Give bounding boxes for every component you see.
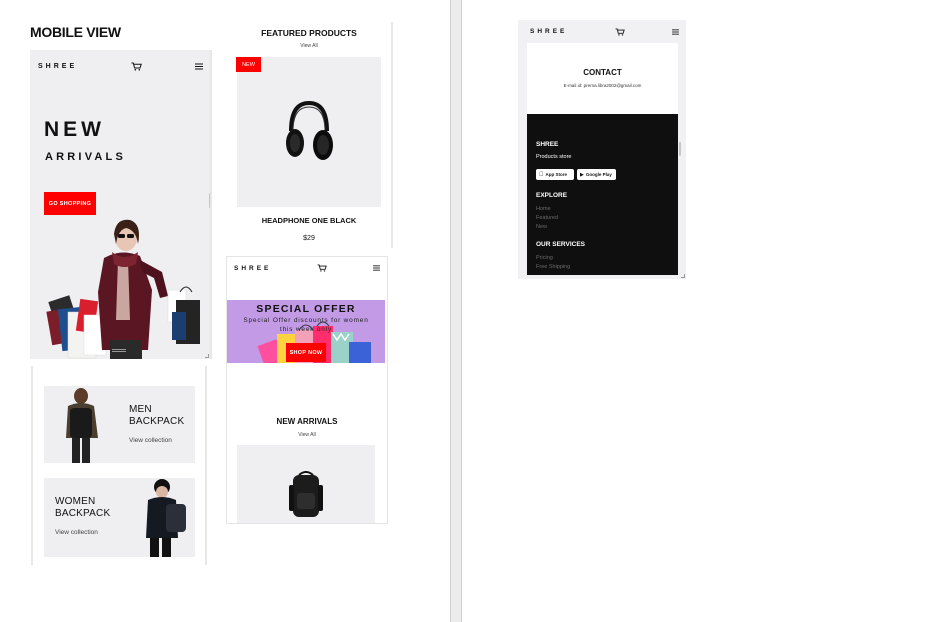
footer: SHREE Products store  App Store ▶ Googl…	[527, 114, 678, 275]
special-offer-subtitle: Special Offer discounts for women	[243, 317, 369, 324]
woman-with-backpack-image	[146, 479, 186, 557]
brand-logo[interactable]: SHREE	[37, 63, 77, 70]
featured-section-title: FEATURED PRODUCTS	[261, 28, 357, 38]
women-view-collection-link[interactable]: View collection	[55, 529, 98, 536]
resize-grip[interactable]	[681, 274, 685, 278]
page-title: MOBILE VIEW	[30, 24, 121, 40]
app-store-label: App Store	[541, 172, 568, 177]
arrival-product-image[interactable]	[237, 445, 375, 523]
product-name[interactable]: HEADPHONE ONE BLACK	[227, 216, 391, 225]
footer-brand: SHREE	[536, 141, 559, 148]
featured-products-frame: FEATURED PRODUCTS View All NEW HEADPHONE…	[227, 22, 393, 248]
women-backpack-title-1: WOMEN	[55, 496, 96, 507]
new-badge: NEW	[236, 57, 261, 72]
men-backpack-title-2: BACKPACK	[129, 416, 185, 427]
special-offer-title: SPECIAL OFFER	[256, 303, 356, 315]
contact-section: CONTACT E-mail id: prerna.libra2002@gmai…	[527, 43, 678, 114]
footer-link-home[interactable]: Home	[536, 206, 551, 212]
resize-grip[interactable]	[205, 354, 209, 358]
google-play-icon: ▶	[580, 171, 584, 178]
footer-link-pricing[interactable]: Pricing	[536, 255, 553, 261]
scrollbar-thumb[interactable]	[209, 193, 210, 208]
google-play-label: Google Play	[585, 172, 612, 177]
footer-link-new[interactable]: New	[536, 224, 547, 230]
hero-navbar: SHREE	[30, 50, 210, 82]
men-view-collection-link[interactable]: View collection	[129, 437, 172, 444]
hero-woman-shopping-image	[46, 219, 200, 359]
google-play-button[interactable]: ▶ Google Play	[577, 169, 616, 180]
hero-title-new: NEW	[44, 118, 105, 141]
special-offer-frame: SHREE SPECIAL OFFER Special Offer discou…	[226, 256, 388, 524]
women-backpack-card[interactable]: WOMEN BACKPACK View collection	[44, 478, 195, 557]
men-backpack-card[interactable]: MEN BACKPACK View collection	[44, 386, 195, 463]
special-offer-banner: SPECIAL OFFER Special Offer discounts fo…	[227, 300, 385, 363]
hamburger-menu-icon[interactable]	[373, 265, 380, 271]
women-backpack-title-2: BACKPACK	[55, 508, 111, 519]
hero-title-arrivals: ARRIVALS	[45, 151, 127, 163]
apple-icon: 	[539, 172, 544, 178]
featured-view-all-link[interactable]: View All	[227, 43, 391, 49]
contact-navbar: SHREE	[518, 20, 686, 43]
contact-email[interactable]: E-mail id: prerna.libra2002@gmail.com	[527, 83, 678, 88]
cart-icon[interactable]	[615, 27, 625, 36]
new-arrivals-title: NEW ARRIVALS	[276, 417, 338, 426]
brand-logo[interactable]: SHREE	[234, 265, 271, 272]
hamburger-menu-icon[interactable]	[672, 28, 679, 35]
special-navbar: SHREE	[227, 257, 387, 279]
backpack-collections-frame: MEN BACKPACK View collection WOMEN BACKP…	[31, 366, 207, 565]
backpack-image	[289, 471, 323, 517]
headphone-image	[286, 100, 333, 160]
pane-divider[interactable]	[450, 0, 462, 622]
footer-explore-title: EXPLORE	[536, 192, 568, 199]
product-card-image[interactable]	[237, 57, 381, 207]
special-offer-subtitle-2: this week only	[279, 326, 333, 333]
scrollbar-thumb[interactable]	[679, 142, 681, 156]
cart-icon[interactable]	[317, 264, 327, 272]
men-backpack-title-1: MEN	[129, 404, 152, 415]
drag-handle[interactable]	[112, 349, 126, 352]
footer-link-free-shipping[interactable]: Free Shipping	[536, 264, 570, 270]
contact-title: CONTACT	[583, 68, 622, 77]
contact-mobile-frame: SHREE CONTACT E-mail id: prerna.libra200…	[518, 20, 686, 279]
cart-icon[interactable]	[131, 62, 142, 71]
product-price: $29	[303, 235, 315, 242]
hamburger-menu-icon[interactable]	[195, 63, 203, 70]
app-store-button[interactable]:  App Store	[536, 169, 574, 180]
brand-logo[interactable]: SHREE	[525, 28, 567, 35]
footer-services-title: OUR SERVICES	[536, 241, 586, 248]
shop-now-button[interactable]: SHOP NOW	[286, 343, 326, 362]
hero-mobile-frame: SHREE NEW ARRIVALS GO SHOPPING	[30, 50, 212, 359]
new-arrivals-view-all-link[interactable]: View All	[227, 432, 387, 438]
man-with-backpack-image	[66, 388, 98, 463]
footer-link-featured[interactable]: Featured	[536, 215, 558, 221]
footer-tagline: Products store	[536, 154, 572, 160]
